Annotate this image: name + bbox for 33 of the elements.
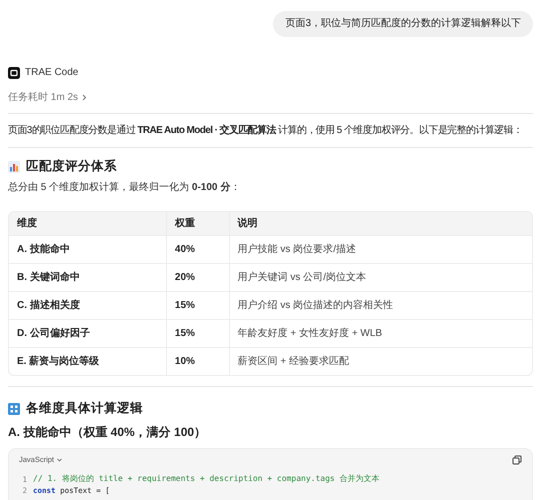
table-cell: 20% [166,263,229,292]
table-cell: 15% [166,291,229,320]
table-cell: 10% [166,347,229,376]
table-cell: 用户技能 vs 岗位要求/描述 [228,235,532,264]
table-cell: 用户介绍 vs 岗位描述的内容相关性 [228,291,532,320]
column-header: 权重 [166,212,229,236]
column-header: 维度 [9,212,166,236]
assistant-name: TRAE Code [25,67,78,79]
section-description: 总分由 5 个维度加权计算，最终归一化为 0-100 分： [8,182,242,194]
code-comment: // 1. 将岗位的 title + requirements + description + company.tags 合并为文本 [33,474,380,484]
section-heading: 各维度具体计算逻辑 [26,401,143,416]
intro-paragraph: 页面3的职位匹配度分数是通过 TRAE Auto Model · 交叉匹配算法 计算的，使用 5 个维度加权评分。以下是完整的计算逻辑： [8,123,524,138]
table-cell: B. 关键词命中 [9,263,166,292]
table-cell: C. 描述相关度 [9,291,166,320]
logo-icon [8,67,20,79]
chevron-icon [82,94,88,100]
table-cell: 年龄友好度 + 女性友好度 + WLB [228,319,532,348]
caret-icon [57,458,62,462]
section-heading: 匹配度评分体系 [26,159,117,174]
table-cell: D. 公司偏好因子 [9,319,166,348]
task-time-toggle[interactable]: 任务耗时 1m 2s [8,90,88,104]
column-header: 说明 [228,212,532,236]
table-cell: E. 薪资与岗位等级 [9,347,166,376]
subsection-heading: A. 技能命中（权重 40%，满分 100） [8,425,208,440]
copy-icon[interactable] [512,454,522,465]
bar-chart-icon [8,160,20,173]
user-message: 页面3，职位与简历匹配度的分数的计算逻辑解释以下 [273,11,533,37]
number-grid-icon [8,402,20,415]
table-cell: 15% [166,319,229,348]
table-cell: 40% [166,235,229,264]
table-cell: 用户关键词 vs 公司/岗位文本 [228,263,532,292]
table-cell: 薪资区间 + 经验要求匹配 [228,347,532,376]
table-cell: A. 技能命中 [9,235,166,264]
